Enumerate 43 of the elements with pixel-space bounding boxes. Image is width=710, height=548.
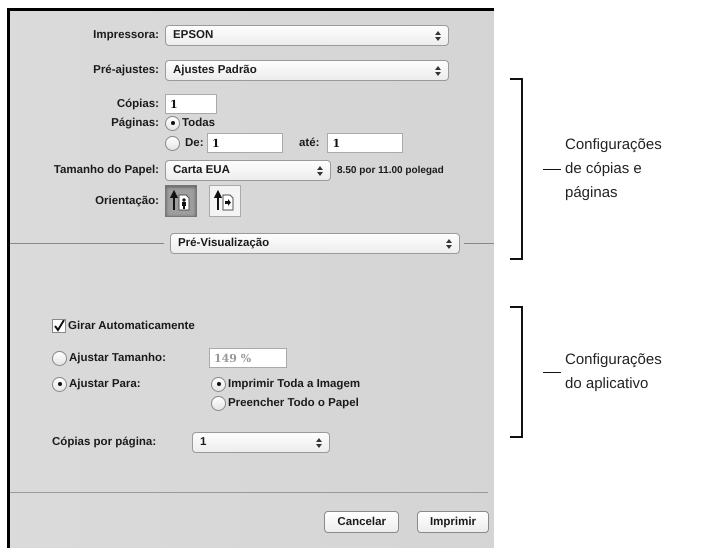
field-label: Tamanho do Papel: — [52, 164, 159, 176]
field-label: Cópias: — [116, 98, 159, 110]
printer-dropdown[interactable]: EPSON — [165, 24, 449, 46]
orientation-button[interactable] — [165, 185, 197, 217]
radio-button[interactable] — [165, 136, 180, 150]
radio-button[interactable] — [211, 376, 226, 392]
radio-button[interactable] — [211, 396, 226, 410]
field-label: Páginas: — [110, 117, 159, 129]
dialog-button[interactable]: Imprimir — [416, 511, 489, 533]
callout-text: Configurações de cópias e páginas — [565, 135, 662, 203]
checkbox[interactable] — [52, 319, 66, 333]
updown-arrows-icon — [435, 30, 441, 40]
presets-dropdown[interactable]: Ajustes Padrão — [165, 60, 449, 80]
option-label: Preencher Todo o Papel — [228, 397, 359, 409]
radio-button[interactable] — [52, 376, 67, 392]
paper-size-dropdown[interactable]: Carta EUA — [165, 160, 331, 180]
copies-per-page-dropdown[interactable]: 1 — [192, 432, 330, 452]
callout-text: Configurações do aplicativo — [565, 350, 662, 394]
option-label: Ajustar Tamanho: — [69, 352, 167, 364]
option-label: Ajustar Para: — [69, 378, 142, 390]
orientation-button[interactable] — [209, 185, 241, 217]
field-label: Orientação: — [94, 195, 159, 207]
field-label: Cópias por página: — [52, 436, 158, 448]
field-label: Pré-ajustes: — [92, 64, 159, 76]
leader-line — [543, 168, 561, 170]
from-page-field[interactable]: 1 — [207, 133, 283, 153]
section-dropdown[interactable]: Pré-Visualização — [170, 232, 460, 254]
option-label: De: — [185, 137, 205, 149]
updown-arrows-icon — [316, 438, 322, 448]
paper-dimensions: 8.50 por 11.00 polegad — [337, 164, 444, 176]
field-label: até: — [299, 137, 320, 149]
radio-button[interactable] — [52, 350, 67, 366]
option-label: Imprimir Toda a Imagem — [228, 378, 360, 390]
copies-field[interactable]: 1 — [165, 94, 217, 114]
to-page-field[interactable]: 1 — [327, 133, 404, 153]
dialog-button[interactable]: Cancelar — [324, 511, 399, 533]
field-label: Impressora: — [92, 29, 159, 41]
radio-button[interactable] — [165, 116, 180, 130]
updown-arrows-icon — [435, 66, 441, 76]
option-label: Todas — [182, 117, 216, 129]
updown-arrows-icon — [446, 238, 452, 248]
checkbox-label: Girar Automaticamente — [68, 320, 195, 332]
updown-arrows-icon — [317, 166, 323, 176]
